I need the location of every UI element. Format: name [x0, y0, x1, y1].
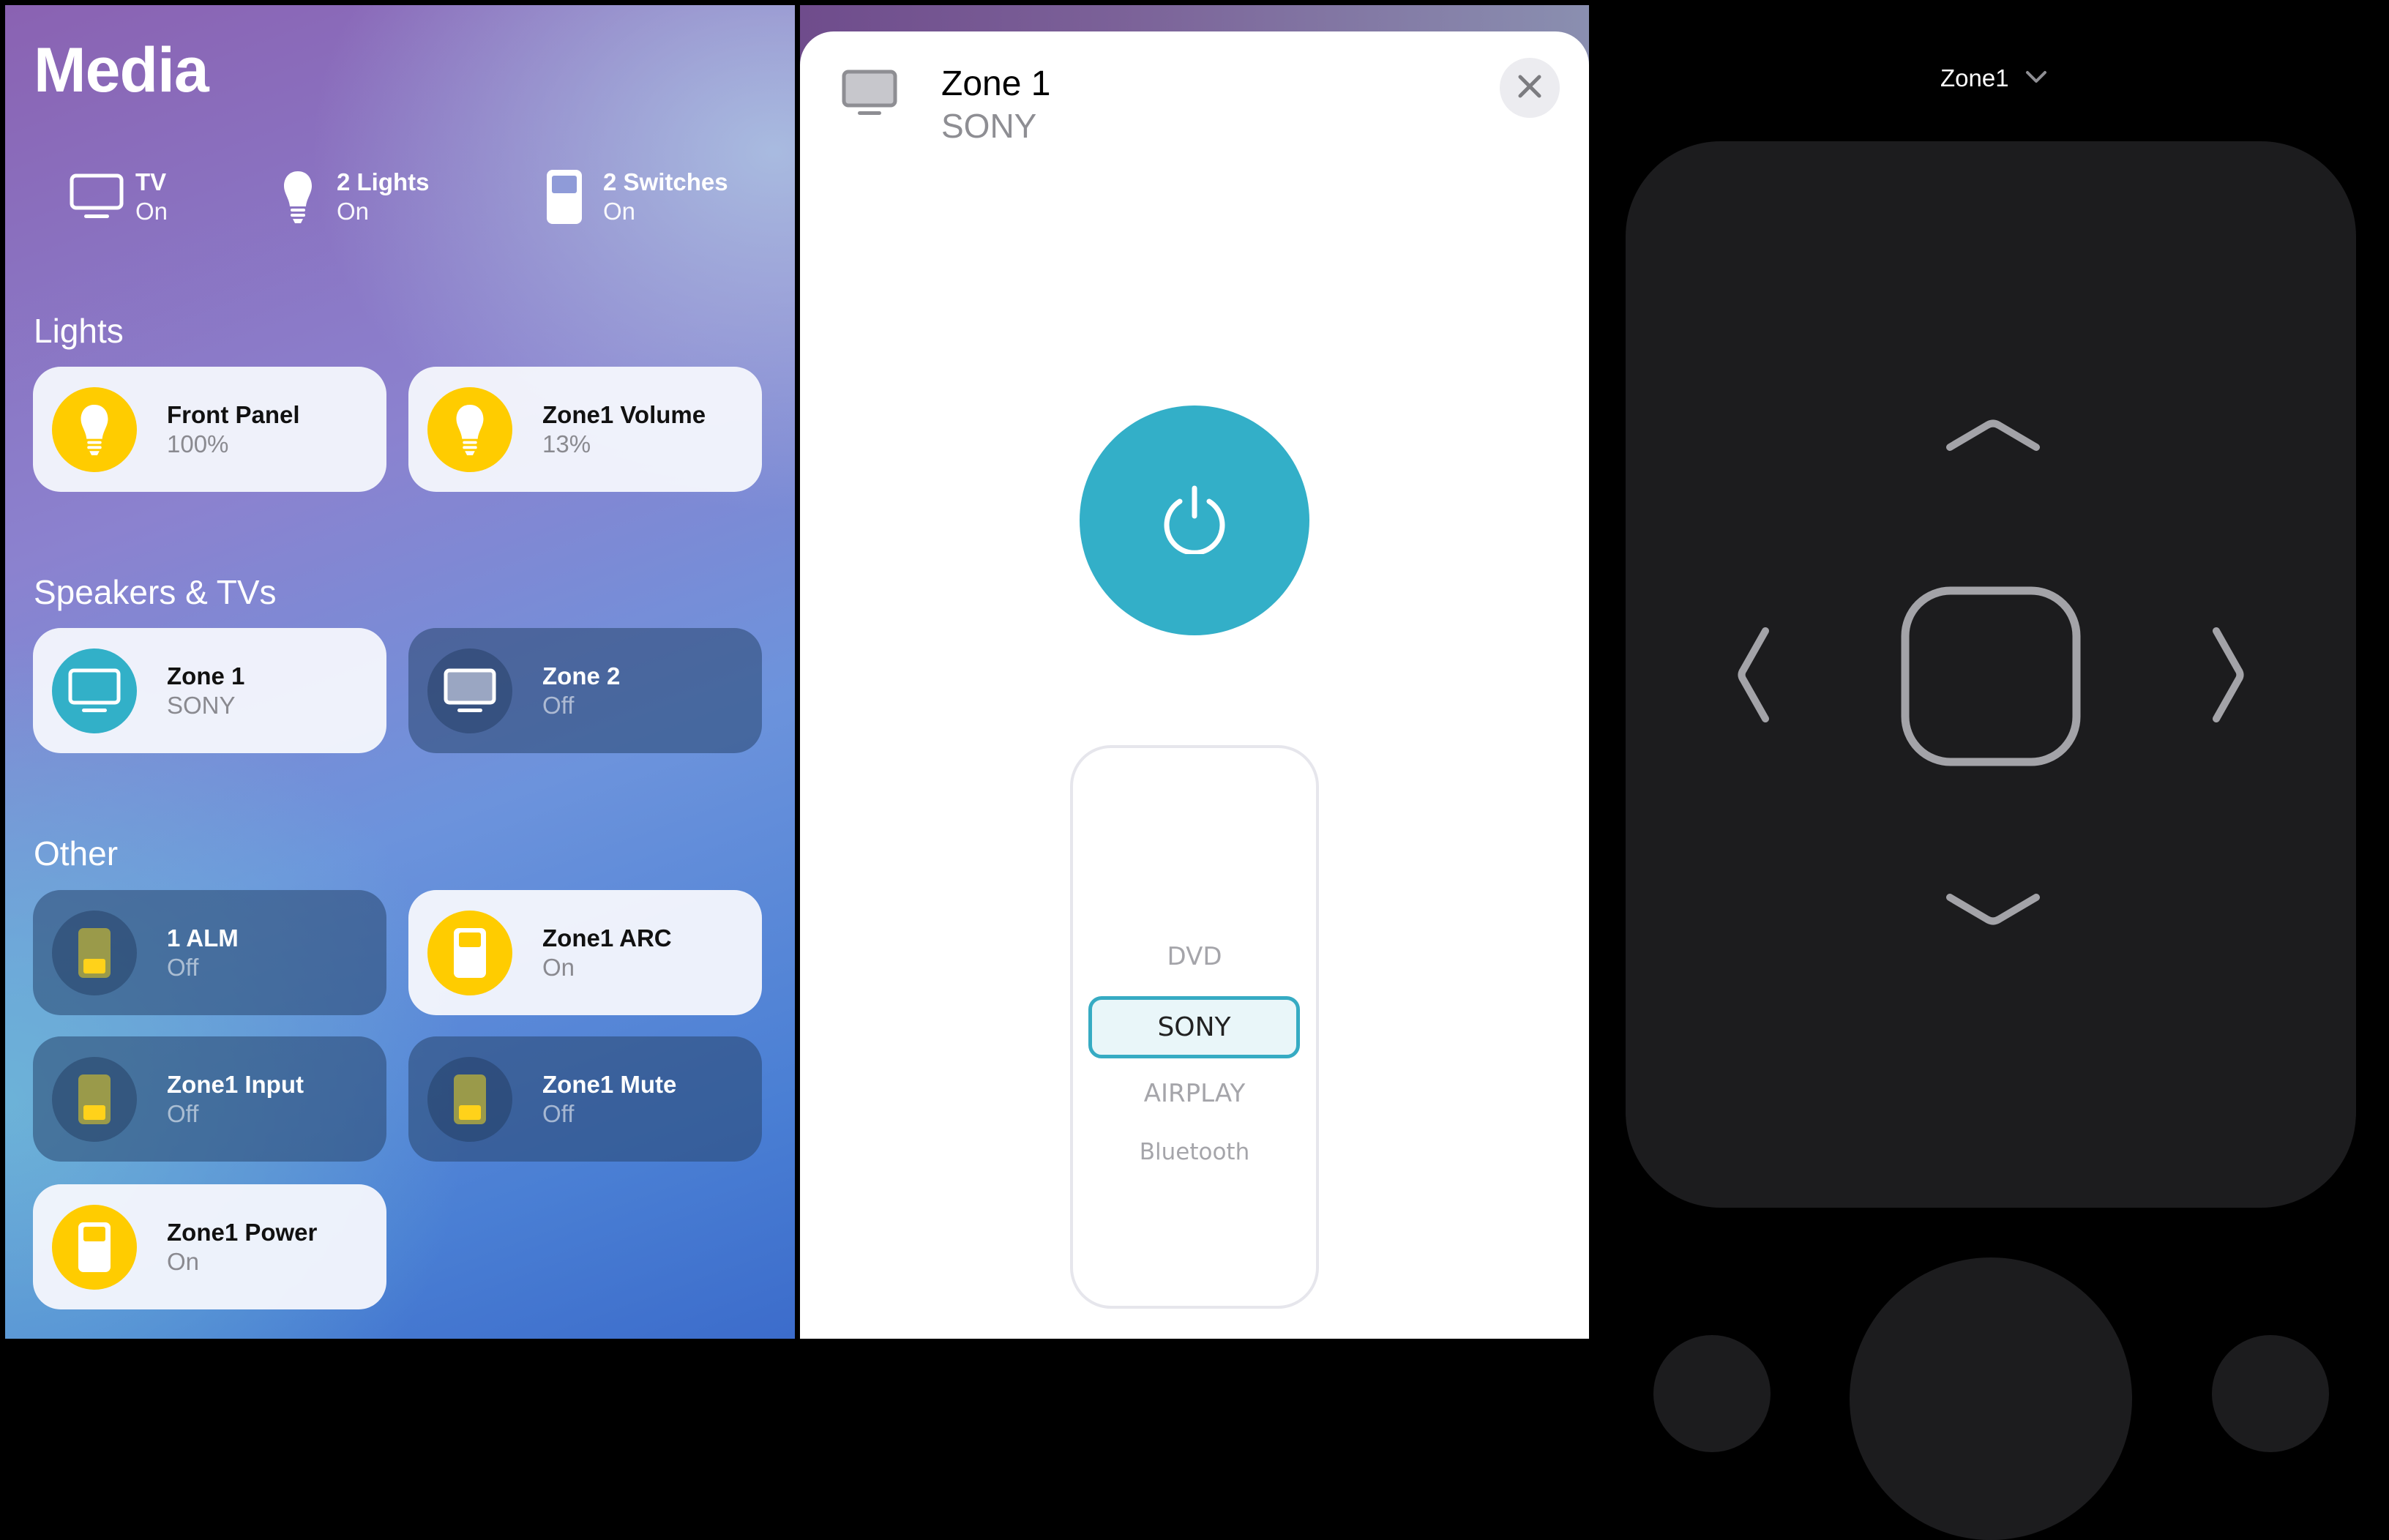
- tile-name: Zone1 Volume: [542, 400, 706, 428]
- chevron-down-icon: [1946, 894, 2040, 928]
- dpad-up-button[interactable]: [1946, 419, 2040, 455]
- dpad-select-button[interactable]: [1901, 586, 2081, 770]
- tile-zone1-power[interactable]: Zone1 Power On: [33, 1184, 386, 1309]
- section-title-other: Other: [34, 834, 119, 872]
- page-title: Media: [34, 35, 209, 105]
- dpad-left-button[interactable]: [1737, 627, 1771, 726]
- chevron-right-icon: [2211, 627, 2245, 725]
- zone-selector[interactable]: Zone1: [1940, 64, 2047, 92]
- picker-option-dvd[interactable]: DVD: [1073, 942, 1316, 971]
- power-icon: [1159, 484, 1230, 558]
- tile-zone-2[interactable]: Zone 2 Off: [408, 628, 762, 753]
- remote-touchpad[interactable]: [1626, 141, 2356, 1208]
- summary-status: On: [603, 198, 636, 225]
- summary-label: 2 Lights: [337, 168, 430, 195]
- select-square-icon: [1901, 586, 2081, 769]
- tile-name: Zone1 Input: [167, 1070, 304, 1098]
- tile-status: Off: [542, 691, 575, 719]
- tile-status: SONY: [167, 691, 236, 719]
- tile-status: On: [167, 1247, 200, 1275]
- tile-name: 1 ALM: [167, 924, 239, 952]
- section-title-speakers-tvs: Speakers & TVs: [34, 573, 277, 611]
- tv-icon: [842, 70, 897, 122]
- input-source-picker[interactable]: DVD SONY AIRPLAY Bluetooth: [1070, 745, 1319, 1309]
- close-icon: [1517, 73, 1543, 103]
- switch-icon: [427, 1056, 512, 1142]
- tile-zone1-volume[interactable]: Zone1 Volume 13%: [408, 367, 762, 492]
- tile-status: 100%: [167, 430, 229, 457]
- summary-tv[interactable]: TV On: [70, 168, 168, 226]
- detail-sheet: Zone 1 SONY DVD SONY AIRPLAY Bluetooth: [800, 31, 1589, 1339]
- tile-status: Off: [167, 1099, 199, 1127]
- lightbulb-icon: [271, 170, 325, 224]
- dpad-right-button[interactable]: [2211, 627, 2245, 726]
- picker-option-airplay[interactable]: AIRPLAY: [1073, 1079, 1316, 1108]
- switch-icon: [52, 1204, 137, 1290]
- remote-panel: Zone1: [1589, 0, 2389, 1540]
- tile-zone1-mute[interactable]: Zone1 Mute Off: [408, 1036, 762, 1162]
- remote-play-pause-button[interactable]: [1850, 1257, 2132, 1540]
- summary-status: On: [337, 198, 370, 225]
- chevron-down-icon: [2025, 70, 2047, 88]
- tile-name: Zone1 ARC: [542, 924, 672, 952]
- sheet-subtitle: SONY: [941, 107, 1037, 145]
- switch-icon: [52, 1056, 137, 1142]
- tile-status: Off: [167, 953, 199, 981]
- tile-status: Off: [542, 1099, 575, 1127]
- zone-label: Zone1: [1940, 64, 2009, 91]
- lightbulb-icon: [427, 386, 512, 472]
- tile-name: Zone 1: [167, 662, 245, 689]
- tile-status: 13%: [542, 430, 591, 457]
- switch-icon: [52, 910, 137, 995]
- picker-option-bluetooth[interactable]: Bluetooth: [1073, 1139, 1316, 1165]
- summary-switches[interactable]: 2 Switches On: [537, 168, 728, 226]
- tile-status: On: [542, 953, 575, 981]
- chevron-up-icon: [1946, 419, 2040, 455]
- tile-name: Zone1 Power: [167, 1218, 318, 1246]
- switch-icon: [427, 910, 512, 995]
- tv-icon: [52, 648, 137, 733]
- switch-icon: [537, 170, 591, 224]
- picker-option-sony-selected[interactable]: SONY: [1088, 996, 1300, 1058]
- tile-zone1-input[interactable]: Zone1 Input Off: [33, 1036, 386, 1162]
- power-button[interactable]: [1080, 405, 1309, 635]
- section-title-lights: Lights: [34, 312, 124, 350]
- tile-zone1-arc[interactable]: Zone1 ARC On: [408, 890, 762, 1015]
- summary-status: On: [135, 198, 168, 225]
- remote-left-button[interactable]: [1653, 1335, 1771, 1452]
- tv-icon: [427, 648, 512, 733]
- lightbulb-icon: [52, 386, 137, 472]
- summary-lights[interactable]: 2 Lights On: [271, 168, 430, 226]
- tile-name: Zone1 Mute: [542, 1070, 677, 1098]
- dpad-down-button[interactable]: [1946, 893, 2040, 929]
- tile-1-alm[interactable]: 1 ALM Off: [33, 890, 386, 1015]
- tile-name: Zone 2: [542, 662, 621, 689]
- home-room-panel: Media TV On 2 Lights On 2 Switches On Li…: [5, 5, 795, 1339]
- summary-label: TV: [135, 168, 167, 195]
- sheet-title: Zone 1: [941, 64, 1051, 103]
- summary-label: 2 Switches: [603, 168, 728, 195]
- remote-right-button[interactable]: [2212, 1335, 2329, 1452]
- tv-icon: [70, 170, 124, 224]
- tile-zone-1[interactable]: Zone 1 SONY: [33, 628, 386, 753]
- tile-front-panel[interactable]: Front Panel 100%: [33, 367, 386, 492]
- close-button[interactable]: [1500, 58, 1560, 118]
- accessory-detail-panel: Zone 1 SONY DVD SONY AIRPLAY Bluetooth: [800, 5, 1589, 1339]
- chevron-left-icon: [1737, 627, 1771, 725]
- tile-name: Front Panel: [167, 400, 300, 428]
